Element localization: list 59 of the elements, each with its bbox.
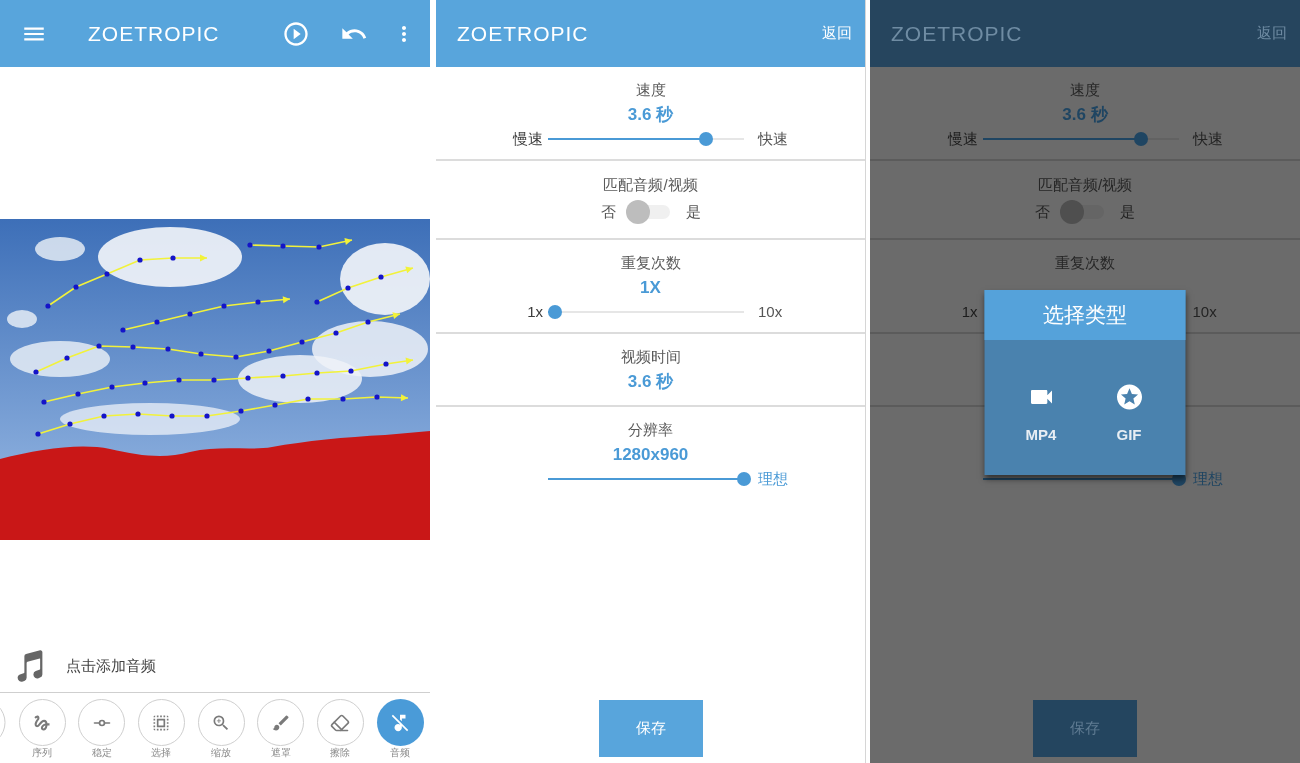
setting-title: 重复次数 <box>620 252 681 273</box>
setting-title: 匹配音频/视频 <box>603 174 698 195</box>
slider-max-label: 快速 <box>758 128 788 149</box>
slider-min-label: 1x <box>961 301 978 322</box>
slider-max-label: 理想 <box>1192 468 1223 489</box>
tool-button[interactable] <box>78 699 126 746</box>
tool-button[interactable] <box>257 699 305 746</box>
setting-title: 分辨率 <box>628 419 673 440</box>
format-option[interactable]: MP4 <box>1011 382 1071 446</box>
slider-max-label: 10x <box>758 301 783 322</box>
dialog-title: 选择类型 <box>984 290 1186 340</box>
save-button[interactable]: 保存 <box>1033 700 1137 757</box>
slider-min-label: 1x <box>527 301 543 322</box>
slider-thumb[interactable] <box>737 472 751 486</box>
tool-label: 缩放 <box>211 747 232 759</box>
setting-title: 速度 <box>635 79 666 100</box>
tool-button[interactable] <box>316 699 364 746</box>
tool-label: 选择 <box>151 747 172 759</box>
setting-value: 3.6 秒 <box>627 103 674 126</box>
setting-title: 匹配音频/视频 <box>1037 174 1133 195</box>
save-button[interactable]: 保存 <box>598 700 703 757</box>
tool-label: 音频 <box>390 747 411 759</box>
slider-max-label: 理想 <box>758 468 788 489</box>
back-button[interactable]: 返回 <box>822 22 852 45</box>
switch-off-label: 否 <box>1035 201 1050 222</box>
slider-min-label: 慢速 <box>947 128 978 149</box>
setting-value: 3.6 秒 <box>1062 103 1108 126</box>
setting-title: 重复次数 <box>1055 252 1115 273</box>
switch-on-label: 是 <box>685 201 701 222</box>
slider-min-label: 慢速 <box>513 128 543 149</box>
back-button[interactable]: 返回 <box>1257 22 1287 45</box>
slider-track[interactable] <box>548 472 751 486</box>
slider-thumb[interactable] <box>1133 132 1148 146</box>
tool-label: 稳定 <box>91 747 112 759</box>
slider-thumb[interactable] <box>699 132 714 146</box>
tool-button[interactable] <box>197 699 245 746</box>
switch-off-label: 否 <box>600 201 616 222</box>
add-audio-link[interactable]: 点击添加音频 <box>66 654 156 678</box>
slider-max-label: 快速 <box>1192 128 1223 149</box>
setting-title: 速度 <box>1070 79 1100 100</box>
switch-on-label: 是 <box>1120 201 1135 222</box>
tool-label: 序列 <box>32 747 52 759</box>
setting-title: 视频时间 <box>620 346 681 367</box>
app-title: ZOETROPIC <box>457 20 589 47</box>
brush-icon <box>270 712 291 733</box>
setting-value: 1X <box>640 276 661 299</box>
tool-button[interactable] <box>18 699 66 746</box>
setting-value: 3.6 秒 <box>627 370 674 393</box>
tool-label: 遮罩 <box>270 747 291 759</box>
tool-button[interactable] <box>137 699 185 746</box>
slider-max-label: 10x <box>1192 301 1217 322</box>
app-title: ZOETROPIC <box>891 20 1023 47</box>
app-title: ZOETROPIC <box>88 20 220 47</box>
setting-value: 1280x960 <box>612 443 689 466</box>
slider-thumb[interactable] <box>548 305 562 319</box>
tool-label: 擦除 <box>330 747 351 759</box>
tool-button[interactable] <box>376 699 424 746</box>
eraser-icon <box>330 712 351 733</box>
format-option[interactable]: GIF <box>1099 382 1159 446</box>
